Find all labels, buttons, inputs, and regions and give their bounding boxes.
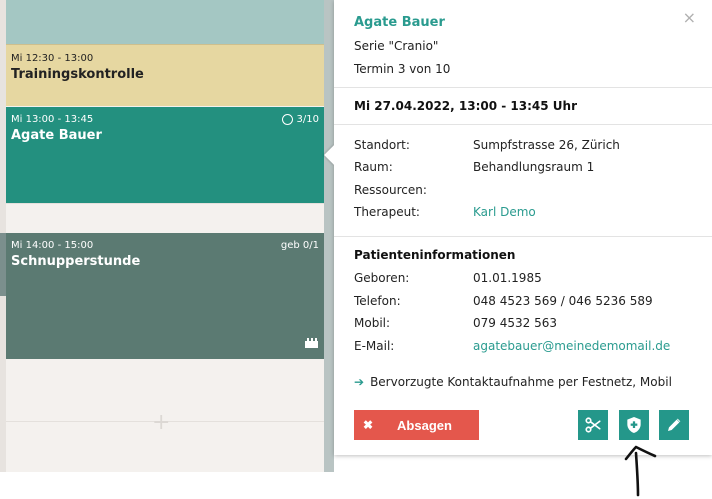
detail-value: Behandlungsraum 1 <box>473 160 595 174</box>
calendar-scroll-gap <box>324 0 334 472</box>
event-series-count: 3/10 <box>296 114 319 125</box>
event-booking-count: geb 0/1 <box>280 240 319 251</box>
annotation-arrow-icon <box>624 445 657 497</box>
appointment-datetime: Mi 27.04.2022, 13:00 - 13:45 Uhr <box>354 99 577 113</box>
email-link[interactable]: agatebauer@meinedemomail.de <box>473 339 670 353</box>
calendar-event-trainingskontrolle[interactable]: Mi 12:30 - 13:00 Trainingskontrolle <box>6 44 324 106</box>
patient-info-heading: Patienteninformationen <box>354 248 516 262</box>
calendar-event-schnupperstunde[interactable]: Mi 14:00 - 15:00 geb 0/1 Schnupperstunde <box>6 233 324 359</box>
divider <box>334 236 712 237</box>
calendar-day-column: Mi 12:30 - 13:00 Trainingskontrolle Mi 1… <box>0 0 330 472</box>
event-time: Mi 14:00 - 15:00 <box>11 240 94 251</box>
patient-label: Mobil: <box>354 316 391 330</box>
cut-appointment-button[interactable] <box>578 410 608 440</box>
cancel-appointment-button[interactable]: ✖ Absagen <box>354 410 479 440</box>
calendar-event-agate-bauer[interactable]: Mi 13:00 - 13:45 3/10 Agate Bauer <box>6 107 324 203</box>
contact-preference: ➔ Bervorzugte Kontaktaufnahme per Festne… <box>354 375 672 389</box>
film-icon <box>305 338 318 348</box>
detail-label: Standort: <box>354 138 410 152</box>
patient-value: 048 4523 569 / 046 5236 589 <box>473 294 653 308</box>
patient-name-link[interactable]: Agate Bauer <box>354 15 445 30</box>
circle-icon <box>281 114 293 125</box>
x-icon: ✖ <box>362 418 374 432</box>
calendar-event-previous[interactable] <box>6 0 324 44</box>
appointment-popover: × Agate Bauer Serie "Cranio" Termin 3 vo… <box>324 0 712 455</box>
pencil-icon <box>668 418 681 431</box>
add-appointment-icon[interactable]: + <box>152 412 170 434</box>
detail-label: Raum: <box>354 160 393 174</box>
patient-label: E-Mail: <box>354 339 395 353</box>
detail-label: Ressourcen: <box>354 183 427 197</box>
slot-divider <box>6 203 324 204</box>
insurance-button[interactable] <box>619 410 649 440</box>
therapist-link[interactable]: Karl Demo <box>473 205 536 219</box>
event-title: Trainingskontrolle <box>11 67 144 82</box>
event-title: Schnupperstunde <box>11 254 141 269</box>
arrow-right-icon: ➔ <box>354 375 365 389</box>
event-time: Mi 13:00 - 13:45 <box>11 114 94 125</box>
close-icon[interactable]: × <box>683 8 696 27</box>
series-name: Serie "Cranio" <box>354 39 439 53</box>
appointment-count: Termin 3 von 10 <box>354 62 451 76</box>
event-title: Agate Bauer <box>11 128 102 143</box>
detail-value: Sumpfstrasse 26, Zürich <box>473 138 620 152</box>
contact-preference-text: Bervorzugte Kontaktaufnahme per Festnetz… <box>370 375 672 389</box>
patient-label: Telefon: <box>354 294 401 308</box>
scissors-icon <box>585 417 601 433</box>
edit-appointment-button[interactable] <box>659 410 689 440</box>
event-series-badge: 3/10 <box>281 114 319 125</box>
shield-plus-icon <box>627 417 641 433</box>
cancel-appointment-label: Absagen <box>397 417 452 433</box>
patient-value: 01.01.1985 <box>473 271 542 285</box>
patient-value: 079 4532 563 <box>473 316 557 330</box>
divider <box>334 124 712 125</box>
event-time: Mi 12:30 - 13:00 <box>11 53 94 64</box>
patient-label: Geboren: <box>354 271 410 285</box>
detail-label: Therapeut: <box>354 205 420 219</box>
divider <box>334 87 712 88</box>
